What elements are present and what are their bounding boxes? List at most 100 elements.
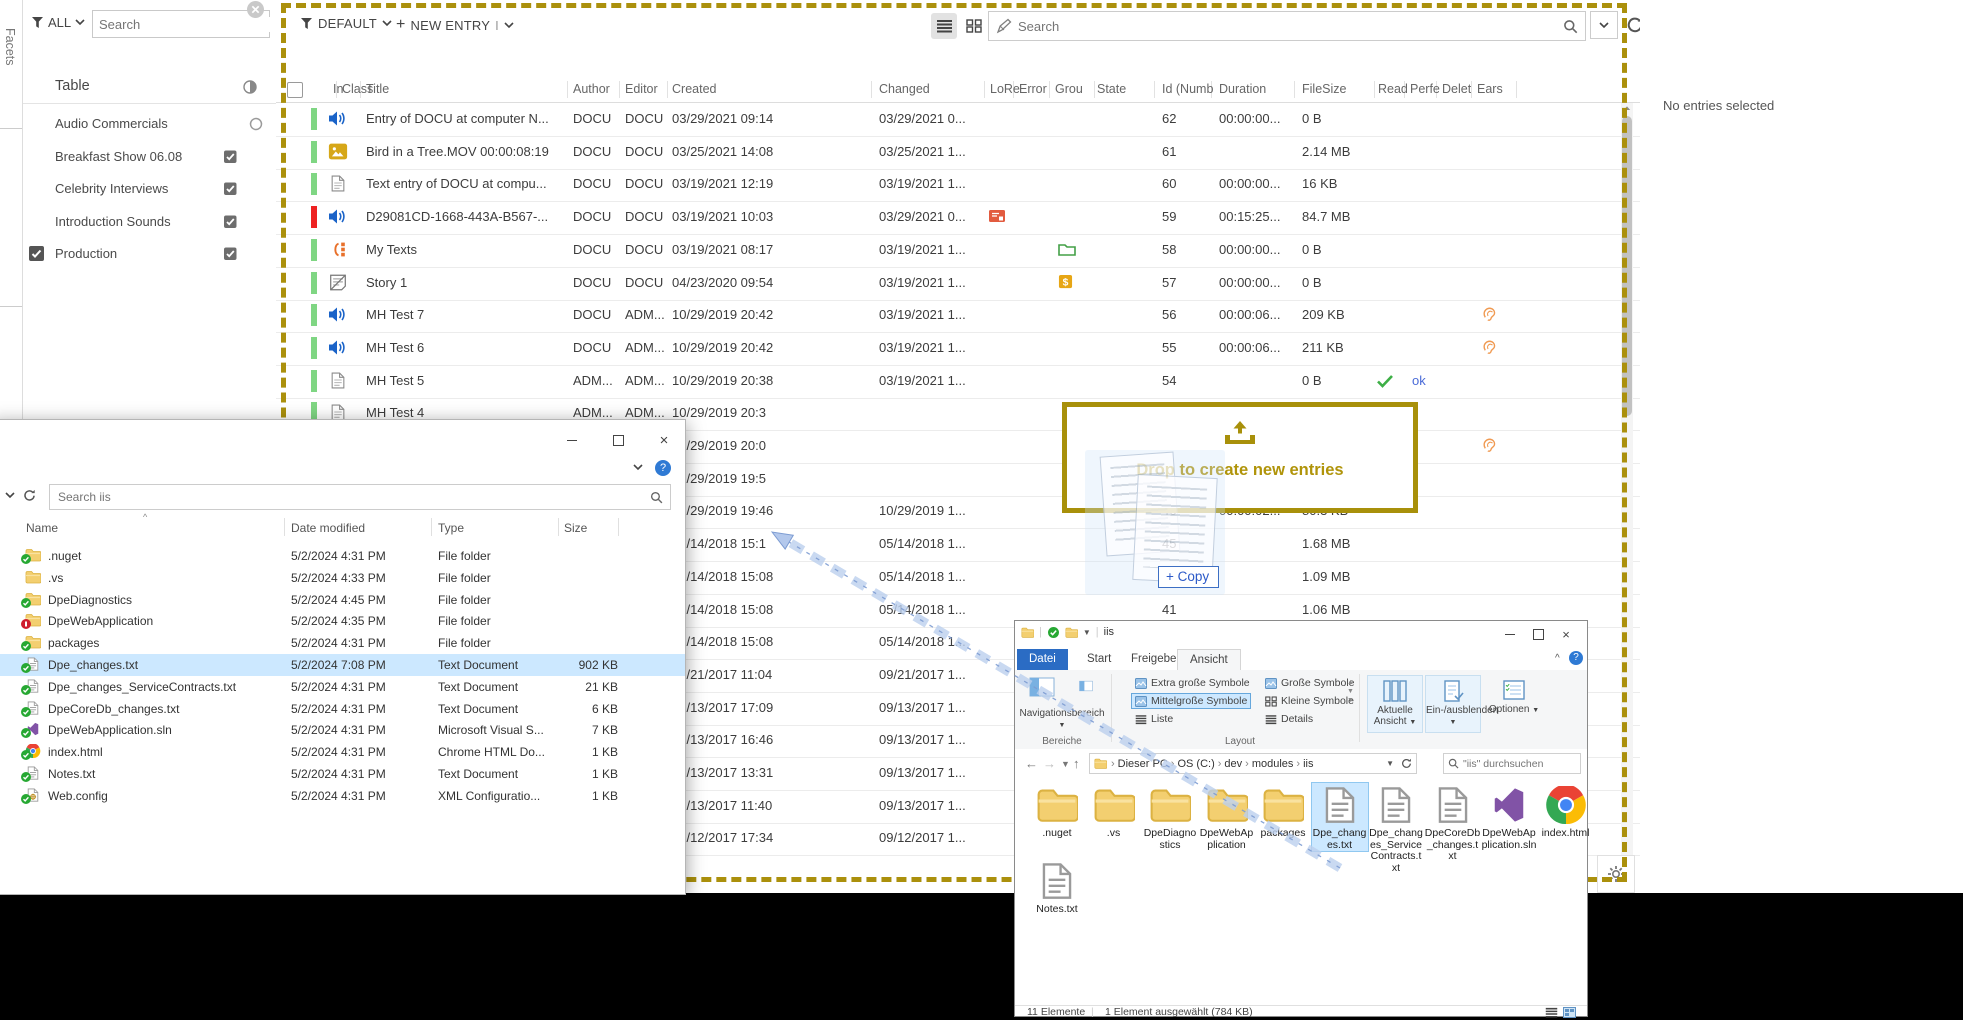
table-row[interactable]: MH Test 5 ADM... ADM... 10/29/2019 20:38 03/… xyxy=(276,365,1640,399)
sidebar-item-audio-commercials[interactable]: Audio Commercials xyxy=(23,108,276,140)
grid-item[interactable]: Notes.txt xyxy=(1029,859,1085,916)
close-facets-icon[interactable] xyxy=(247,1,264,18)
file-row[interactable]: index.html 5/2/2024 4:31 PM Chrome HTML Do… xyxy=(0,741,685,763)
task-card-icon[interactable] xyxy=(223,181,238,196)
table-row[interactable]: Text entry of DOCU at compu... DOCU DOCU 03… xyxy=(276,168,1640,203)
explorer-search-input[interactable] xyxy=(50,490,650,504)
breadcrumb-segment[interactable]: Dieser PC xyxy=(1118,758,1168,770)
options-button[interactable]: Optionen ▼ xyxy=(1487,675,1541,731)
file-row[interactable]: .nuget 5/2/2024 4:31 PM File folder xyxy=(0,545,685,567)
navigation-pane-icon[interactable] xyxy=(1029,677,1055,697)
breadcrumb-segment[interactable]: modules xyxy=(1252,758,1294,770)
explorer2-search-input[interactable] xyxy=(1459,757,1580,770)
task-card-icon[interactable] xyxy=(223,246,238,261)
address-dropdown-icon[interactable] xyxy=(5,492,15,499)
contrast-icon[interactable] xyxy=(243,80,257,94)
forward-icon[interactable]: → xyxy=(1043,756,1056,771)
up-icon[interactable]: ↑ xyxy=(1073,756,1080,771)
grid-item[interactable]: DpeDiagnostics xyxy=(1142,783,1198,851)
task-card-icon[interactable] xyxy=(223,214,238,229)
details-view-toggle-icon[interactable] xyxy=(1545,1007,1558,1018)
file-row[interactable]: DpeWebApplication 5/2/2024 4:35 PM File fo… xyxy=(0,610,685,632)
minimize-button[interactable] xyxy=(556,428,588,452)
file-column-type[interactable]: Type xyxy=(438,521,464,535)
minimize-button[interactable] xyxy=(1497,624,1523,644)
scroll-up-icon[interactable] xyxy=(1623,105,1631,111)
icons-view-toggle-icon[interactable] xyxy=(1563,1007,1576,1018)
ear-icon[interactable] xyxy=(1482,306,1497,323)
view-list[interactable]: Liste xyxy=(1135,713,1173,725)
back-icon[interactable]: ← xyxy=(1025,756,1038,771)
table-scrollbar[interactable] xyxy=(1621,103,1633,882)
breadcrumb-segment[interactable]: iis xyxy=(1303,758,1313,770)
grid-item[interactable]: DpeWebApplication xyxy=(1199,783,1255,851)
nav-pane-label[interactable]: Navigationsbereich ▼ xyxy=(1019,708,1105,730)
refresh-icon[interactable] xyxy=(23,489,36,502)
file-column-size[interactable]: Size xyxy=(564,521,587,535)
current-view-button[interactable]: Aktuelle Ansicht ▼ xyxy=(1367,675,1423,733)
maximize-button[interactable] xyxy=(602,428,634,452)
view-scroll-arrows[interactable]: ▲ ▼ ▼ xyxy=(1347,678,1354,705)
file-column-name[interactable]: Name xyxy=(26,521,58,535)
tab-ansicht[interactable]: Ansicht xyxy=(1177,649,1241,671)
facet-filter-button[interactable]: ALL xyxy=(31,15,85,30)
ear-icon[interactable] xyxy=(1482,437,1497,454)
refresh-icon[interactable] xyxy=(1401,758,1412,769)
tab-datei[interactable]: Datei xyxy=(1017,649,1068,670)
table-row[interactable]: My Texts DOCU DOCU 03/19/2021 08:17 03/19/20… xyxy=(276,234,1640,268)
view-small[interactable]: Kleine Symbole xyxy=(1265,695,1354,707)
search-icon[interactable] xyxy=(650,491,663,504)
grid-item[interactable]: DpeWebApplication.sln xyxy=(1481,783,1537,851)
radio-circle-icon[interactable] xyxy=(249,117,263,131)
ribbon-expand-icon[interactable] xyxy=(633,464,643,471)
view-details[interactable]: Details xyxy=(1265,713,1313,725)
sidebar-item-celebrity-interviews[interactable]: Celebrity Interviews xyxy=(23,173,276,205)
file-row[interactable]: Dpe_changes_ServiceContracts.txt 5/2/2024… xyxy=(0,676,685,698)
grid-item[interactable]: .vs xyxy=(1086,783,1142,840)
breadcrumb[interactable]: › Dieser PC › OS (C:) › dev › modules › iis ▼ xyxy=(1089,753,1417,774)
grid-item[interactable]: DpeCoreDb_changes.txt xyxy=(1425,783,1481,863)
grid-item[interactable]: .nuget xyxy=(1029,783,1085,840)
breadcrumb-segment[interactable]: OS (C:) xyxy=(1177,758,1214,770)
collapse-ribbon-icon[interactable]: ^ xyxy=(1555,653,1560,664)
file-column-date-modified[interactable]: Date modified xyxy=(291,521,365,535)
help-icon[interactable]: ? xyxy=(1569,651,1583,665)
facet-search-input[interactable] xyxy=(93,16,281,32)
table-row[interactable]: MH Test 7 DOCU ADM... 10/29/2019 20:42 03/19… xyxy=(276,299,1640,334)
breadcrumb-segment[interactable]: dev xyxy=(1224,758,1242,770)
breadcrumb-chevron-icon[interactable]: ▼ xyxy=(1386,759,1394,768)
selected-checkbox[interactable] xyxy=(29,246,44,261)
table-row[interactable]: D29081CD-1668-443A-B567-... DOCU DOCU 03/19… xyxy=(276,201,1640,236)
scrollbar-thumb[interactable] xyxy=(1622,116,1632,416)
check-icon[interactable] xyxy=(1047,626,1060,638)
grid-item[interactable]: index.html xyxy=(1538,783,1594,840)
file-row[interactable]: Notes.txt 5/2/2024 4:31 PM Text Document 1 … xyxy=(0,763,685,785)
table-row[interactable]: Story 1 DOCU DOCU 04/23/2020 09:54 03/19/202… xyxy=(276,267,1640,301)
table-row[interactable]: Entry of DOCU at computer N... DOCU DOCU 03… xyxy=(276,103,1640,137)
view-extra-large[interactable]: Extra große Symbole xyxy=(1135,677,1250,689)
preview-pane-icon[interactable] xyxy=(1079,679,1093,693)
view-medium-selected[interactable]: Mittelgroße Symbole xyxy=(1131,693,1252,709)
view-large[interactable]: Große Symbole xyxy=(1265,677,1355,689)
file-row[interactable]: packages 5/2/2024 4:31 PM File folder xyxy=(0,632,685,654)
close-button[interactable]: × xyxy=(648,428,680,452)
task-card-icon[interactable] xyxy=(223,149,238,164)
history-chevron-icon[interactable]: ▼ xyxy=(1061,759,1070,769)
table-row[interactable]: MH Test 6 DOCU ADM... 10/29/2019 20:42 03/19… xyxy=(276,332,1640,366)
file-row[interactable]: Web.config 5/2/2024 4:31 PM XML Configurat… xyxy=(0,785,685,807)
table-row[interactable]: Bird in a Tree.MOV 00:00:08:19 DOCU DOCU 03… xyxy=(276,136,1640,170)
help-icon[interactable]: ? xyxy=(655,460,671,476)
sidebar-item-breakfast-show-06-08[interactable]: Breakfast Show 06.08 xyxy=(23,141,276,173)
grid-item[interactable]: Dpe_changes.txt xyxy=(1310,782,1369,852)
tab-start[interactable]: Start xyxy=(1075,649,1123,670)
facets-tab-label[interactable]: Facets xyxy=(3,28,17,66)
grid-item[interactable]: Dpe_changes_ServiceContracts.txt xyxy=(1368,783,1424,874)
file-row[interactable]: DpeWebApplication.sln 5/2/2024 4:31 PM Mic… xyxy=(0,719,685,741)
table-settings-button[interactable] xyxy=(1597,855,1635,893)
maximize-button[interactable] xyxy=(1525,624,1551,644)
grid-item[interactable]: packages xyxy=(1255,783,1311,840)
file-row[interactable]: DpeDiagnostics 5/2/2024 4:45 PM File folde… xyxy=(0,589,685,611)
close-button[interactable]: × xyxy=(1553,624,1579,644)
sidebar-item-introduction-sounds[interactable]: Introduction Sounds xyxy=(23,206,276,238)
sidebar-item-production[interactable]: Production xyxy=(23,238,276,270)
